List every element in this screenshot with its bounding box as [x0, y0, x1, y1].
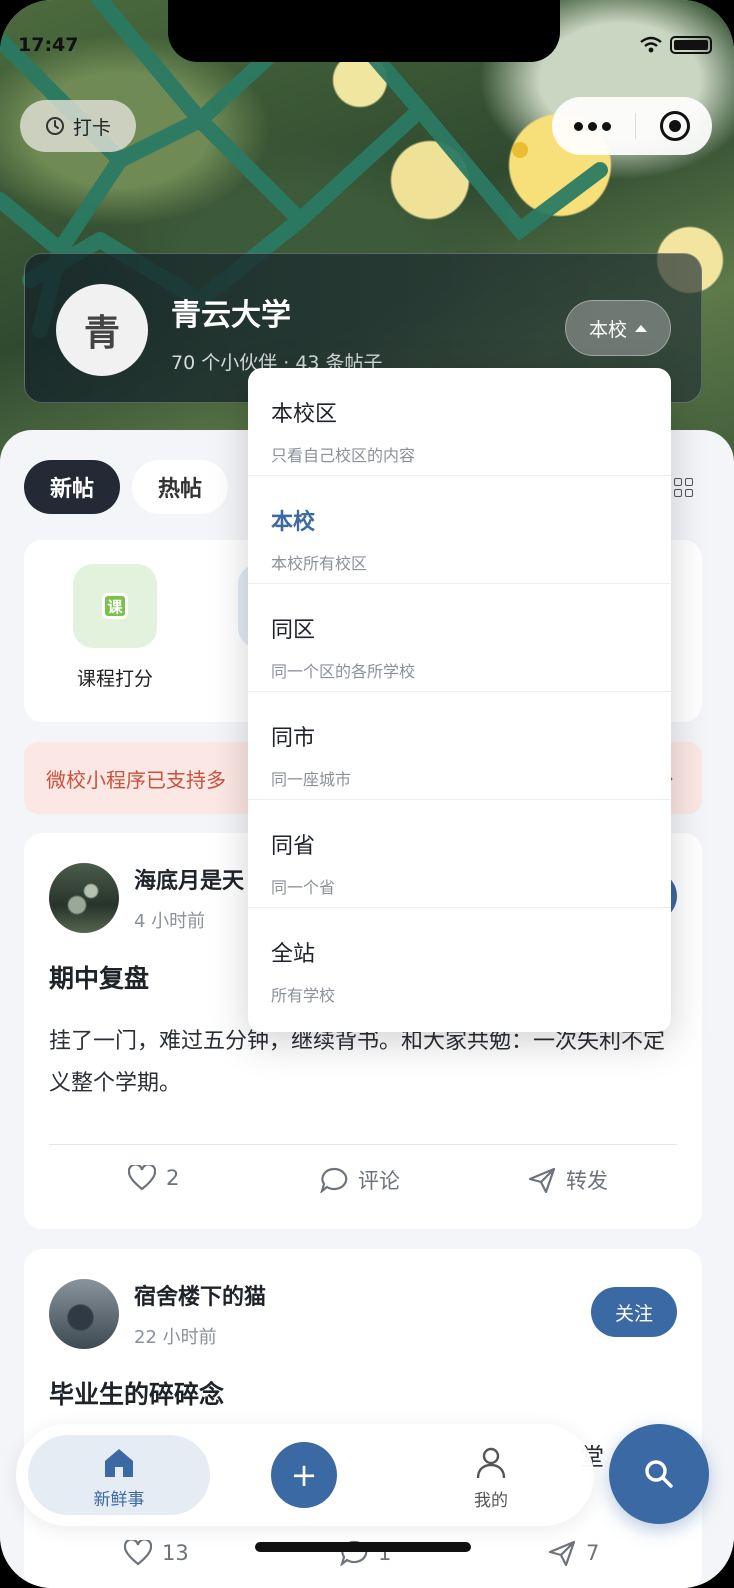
- caret-up-icon: [635, 324, 647, 332]
- like-count: 2: [166, 1166, 180, 1190]
- device-notch: [168, 0, 560, 62]
- home-icon: [105, 1449, 133, 1477]
- feed-tabs: 新帖 热帖: [24, 460, 229, 514]
- checkin-label: 打卡: [72, 116, 111, 139]
- comment-label: 评论: [358, 1169, 400, 1193]
- share-button[interactable]: 7: [548, 1540, 599, 1566]
- send-icon: [528, 1167, 556, 1193]
- tab-home[interactable]: 新鲜事: [28, 1435, 210, 1515]
- wifi-icon: [640, 36, 662, 53]
- search-button[interactable]: [609, 1424, 709, 1524]
- scope-dropdown: 本校区 只看自己校区的内容 本校 本校所有校区 同区 同一个区的各所学校 同市 …: [248, 368, 671, 1032]
- scope-option-city[interactable]: 同市 同一座城市: [248, 692, 671, 800]
- scope-selector-button[interactable]: 本校: [565, 300, 671, 356]
- checkin-button[interactable]: 打卡: [20, 100, 136, 152]
- post-username[interactable]: 海底月是天: [134, 863, 244, 895]
- scope-option-school[interactable]: 本校 本校所有校区: [248, 476, 671, 584]
- share-label: 转发: [566, 1169, 608, 1193]
- follow-button[interactable]: 关注: [590, 1287, 677, 1337]
- like-button[interactable]: 13: [124, 1540, 189, 1566]
- school-name: 青云大学: [171, 298, 291, 333]
- school-avatar: 青: [56, 284, 148, 376]
- avatar[interactable]: [49, 863, 119, 933]
- heart-icon: [124, 1540, 152, 1566]
- scope-option-all[interactable]: 全站 所有学校: [248, 908, 671, 1016]
- post-card[interactable]: 宿舍楼下的猫 22 小时前 关注 毕业生的碎碎念 堂: [24, 1249, 702, 1588]
- share-count: 7: [586, 1541, 600, 1565]
- battery-icon: [670, 36, 712, 54]
- post-time: 4 小时前: [134, 911, 206, 932]
- avatar[interactable]: [49, 1279, 119, 1349]
- tab-me-label: 我的: [474, 1491, 508, 1511]
- tool-label: 课程打分: [76, 668, 153, 690]
- capsule-divider: [635, 113, 636, 139]
- send-icon: [548, 1540, 576, 1566]
- scope-option-province[interactable]: 同省 同一个省: [248, 800, 671, 908]
- miniprogram-capsule: [552, 97, 712, 155]
- tab-new-posts[interactable]: 新帖: [24, 460, 121, 514]
- status-time: 17:47: [18, 34, 79, 56]
- phone-screen: 17:47 打卡 青 青云大学 70 个小伙伴 · 43 条帖子 本校 新帖 热…: [0, 0, 734, 1588]
- heart-icon: [128, 1165, 156, 1191]
- bottom-tab-bar: 新鲜事 + 我的: [16, 1424, 594, 1526]
- post-actions: 2 评论 转发: [24, 1165, 702, 1205]
- course-icon: 课: [73, 564, 157, 648]
- post-username[interactable]: 宿舍楼下的猫: [134, 1279, 266, 1311]
- tab-home-label: 新鲜事: [93, 1490, 145, 1510]
- more-icon[interactable]: [574, 121, 611, 131]
- clock-icon: [45, 117, 64, 135]
- scope-selector-label: 本校: [588, 318, 627, 341]
- notice-text: 微校小程序已支持多: [46, 767, 226, 792]
- like-count: 13: [162, 1541, 189, 1565]
- grid-view-icon[interactable]: [674, 478, 693, 497]
- scope-option-campus[interactable]: 本校区 只看自己校区的内容: [248, 368, 671, 476]
- post-title: 期中复盘: [49, 964, 150, 993]
- tool-course-rating[interactable]: 课 课程打分: [70, 564, 160, 691]
- scope-option-district[interactable]: 同区 同一个区的各所学校: [248, 584, 671, 692]
- status-icons: [640, 36, 712, 54]
- user-icon: [476, 1447, 506, 1479]
- comment-icon: [320, 1167, 348, 1193]
- tab-me[interactable]: 我的: [451, 1446, 531, 1511]
- share-button[interactable]: 转发: [528, 1165, 608, 1195]
- tab-hot-posts[interactable]: 热帖: [132, 460, 229, 514]
- home-indicator: [255, 1542, 471, 1552]
- create-post-button[interactable]: +: [271, 1442, 337, 1508]
- divider: [49, 1144, 677, 1145]
- post-body: 挂了一门，难过五分钟，继续背书。和大家共勉：一次失利不定义整个学期。: [49, 1029, 666, 1096]
- search-icon: [645, 1460, 673, 1488]
- post-title: 毕业生的碎碎念: [49, 1380, 225, 1409]
- comment-button[interactable]: 评论: [320, 1165, 400, 1195]
- like-button[interactable]: 2: [128, 1165, 179, 1191]
- close-miniprogram-icon[interactable]: [660, 111, 690, 141]
- post-time: 22 小时前: [134, 1327, 217, 1348]
